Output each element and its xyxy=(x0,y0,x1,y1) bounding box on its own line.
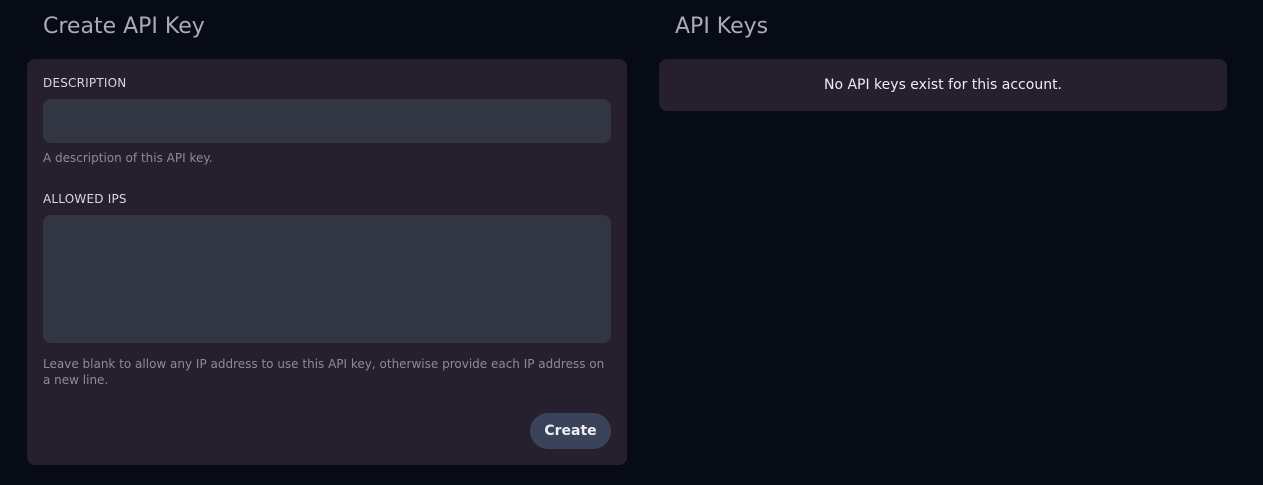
allowed-ips-help-text: Leave blank to allow any IP address to u… xyxy=(43,357,605,387)
description-input[interactable] xyxy=(43,99,611,143)
api-keys-page: Create API Key DESCRIPTION A description… xyxy=(0,0,1263,485)
api-keys-list-card: No API keys exist for this account. xyxy=(659,59,1227,111)
create-button[interactable]: Create xyxy=(530,413,611,449)
create-api-key-title: Create API Key xyxy=(43,14,205,39)
create-api-key-card: DESCRIPTION A description of this API ke… xyxy=(27,59,627,465)
allowed-ips-label: ALLOWED IPS xyxy=(43,192,127,206)
allowed-ips-textarea[interactable] xyxy=(43,215,611,343)
description-label: DESCRIPTION xyxy=(43,76,127,90)
api-keys-title: API Keys xyxy=(675,14,769,39)
description-help-text: A description of this API key. xyxy=(43,151,213,165)
empty-state-message: No API keys exist for this account. xyxy=(823,77,1063,93)
